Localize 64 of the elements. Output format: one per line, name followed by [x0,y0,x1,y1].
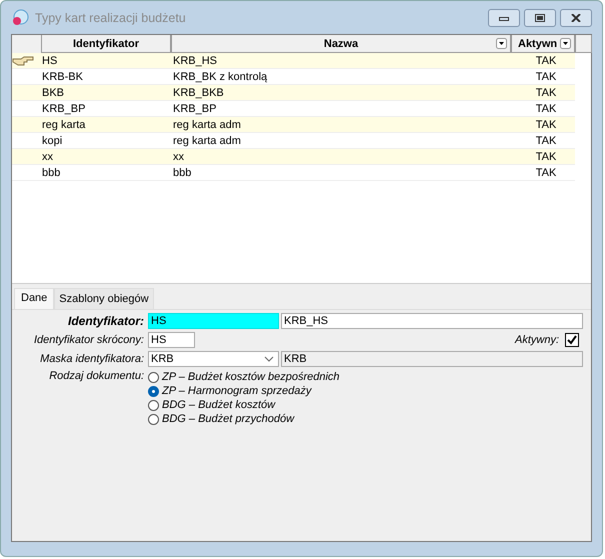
dropdown-icon[interactable] [496,38,507,49]
radio-label: ZP – Budżet kosztów bezpośrednich [162,371,340,383]
dropdown-icon[interactable] [560,38,571,49]
table-cell-text: xx [41,150,54,162]
table-cell-text: KRB_BP [172,102,218,114]
input-field[interactable]: HS [148,332,195,348]
radio-button[interactable] [148,414,159,424]
dropdown-field[interactable]: KRB [148,351,279,367]
field-label: Aktywny: [514,334,559,346]
table-cell-text: TAK [534,150,558,162]
table-cell-text: TAK [534,86,558,98]
close-button[interactable] [560,8,592,26]
table-row[interactable]: bbb bbb TAK [12,165,575,181]
radio-label: ZP – Harmonogram sprzedaży [162,385,312,397]
table-cell-text: TAK [534,118,558,130]
table-cell-text: kopi [41,134,64,146]
table-cell-text: HS [41,54,58,66]
table-row[interactable]: BKB KRB_BKB TAK [12,85,575,101]
table-cell-text: TAK [534,166,558,178]
table-cell-text: bbb [41,166,62,178]
table-row[interactable]: reg karta reg karta adm TAK [12,117,575,133]
table-cell-text: xx [172,150,185,162]
table-cell-text: bbb [172,166,192,178]
close-icon [571,14,581,22]
radio-button[interactable] [148,400,159,410]
table-cell-text: BKB [41,86,66,98]
minimize-button[interactable] [488,8,520,26]
tab[interactable]: Dane [14,288,54,309]
table-cell-text: KRB_BP [41,102,86,114]
readonly-field: KRB [281,351,583,367]
radio-button[interactable] [148,386,159,396]
table-row[interactable]: HS KRB_HS TAK [12,53,575,69]
maximize-icon [535,14,545,22]
checkbox[interactable] [565,333,579,347]
window-title: Typy kart realizacji budżetu [35,10,187,24]
table-cell-text: TAK [534,134,558,146]
table-cell-text: KRB-BK [41,70,84,82]
table-row[interactable]: xx xx TAK [12,149,575,165]
input-field[interactable]: KRB_HS [281,313,583,329]
table-cell-text: TAK [534,54,558,66]
radio-label: BDG – Budżet przychodów [162,413,294,425]
table-cell-text: TAK [534,70,558,82]
tab[interactable]: Szablony obiegów [54,288,154,309]
table-cell-text: reg karta adm [172,134,242,146]
column-header[interactable]: Identyfikator [41,35,171,53]
minimize-icon [499,14,509,20]
column-header[interactable]: Aktywn [511,35,575,53]
field-label: Rodzaj dokumentu: [48,370,145,382]
radio-label: BDG – Budżet kosztów [162,399,276,411]
field-label: Maska identyfikatora: [39,353,145,365]
radio-button[interactable] [148,372,159,382]
table-cell-text: KRB_BKB [172,86,225,98]
table-cell-text: reg karta [41,118,86,130]
field-label: Identyfikator skrócony: [32,334,145,346]
column-header[interactable]: Nazwa [171,35,511,53]
input-field[interactable]: HS [148,313,279,329]
app-logo-icon [11,8,29,26]
maximize-button[interactable] [524,8,556,26]
table-cell-text: TAK [534,102,558,114]
table-cell-text: reg karta adm [172,118,242,130]
table-cell-text: KRB_BK z kontrolą [172,70,268,82]
field-label: Identyfikator: [66,314,145,328]
table-cell-text: KRB_HS [172,54,218,66]
chevron-down-icon [264,356,274,362]
